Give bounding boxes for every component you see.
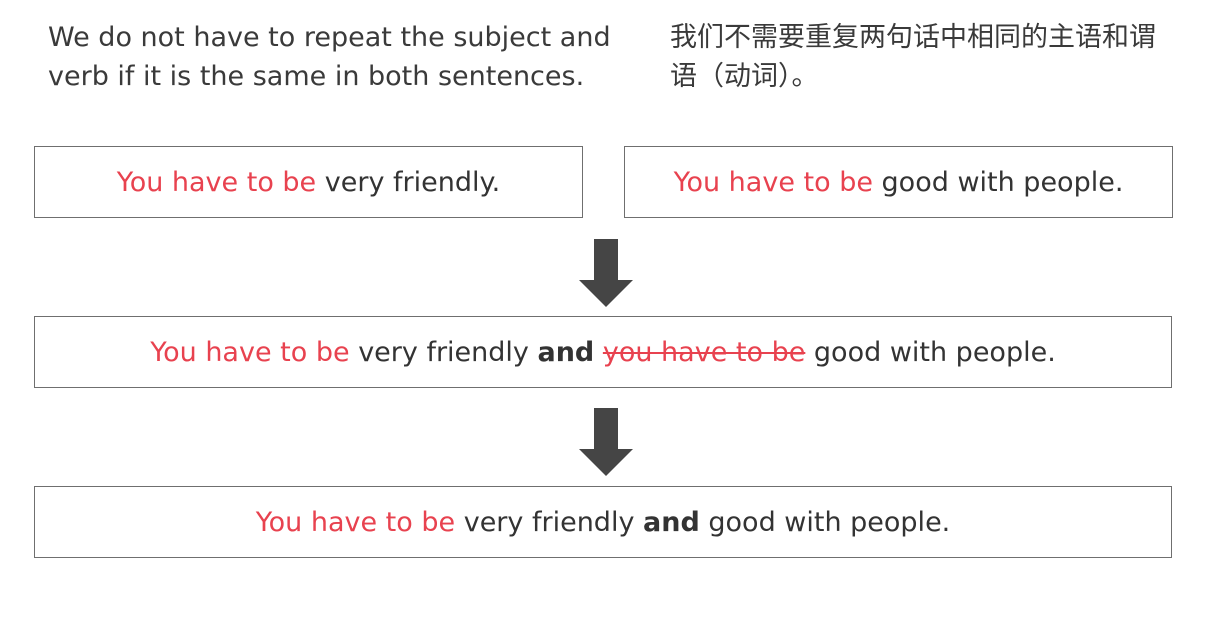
subject-verb-highlight: You have to be	[116, 166, 317, 198]
subject-verb-highlight: You have to be	[255, 506, 456, 538]
conjunction: and	[643, 506, 700, 538]
down-arrow-icon	[579, 239, 633, 307]
subject-verb-highlight: You have to be	[150, 336, 350, 368]
intro-english: We do not have to repeat the subject and…	[48, 22, 611, 92]
sentence-part-2: good with people.	[708, 506, 951, 538]
sentence-part-1: very friendly	[358, 336, 529, 368]
combined-sentence-box: You have to be very friendly and you hav…	[34, 316, 1172, 388]
subject-verb-highlight: You have to be	[673, 166, 873, 198]
sentence-box-1: You have to be very friendly.	[34, 146, 583, 218]
down-arrow-icon	[579, 408, 633, 476]
struck-repeated-subject-verb: you have to be	[602, 336, 806, 368]
result-sentence-box: You have to be very friendly and good wi…	[34, 486, 1172, 558]
sentence-part-1: very friendly	[463, 506, 635, 538]
sentence-remainder: very friendly.	[324, 166, 501, 198]
sentence-remainder: good with people.	[881, 166, 1124, 198]
intro-chinese: 我们不需要重复两句话中相同的主语和谓语（动词）。	[670, 22, 1156, 92]
conjunction: and	[537, 336, 595, 368]
sentence-part-2: good with people.	[813, 336, 1056, 368]
sentence-box-2: You have to be good with people.	[624, 146, 1173, 218]
